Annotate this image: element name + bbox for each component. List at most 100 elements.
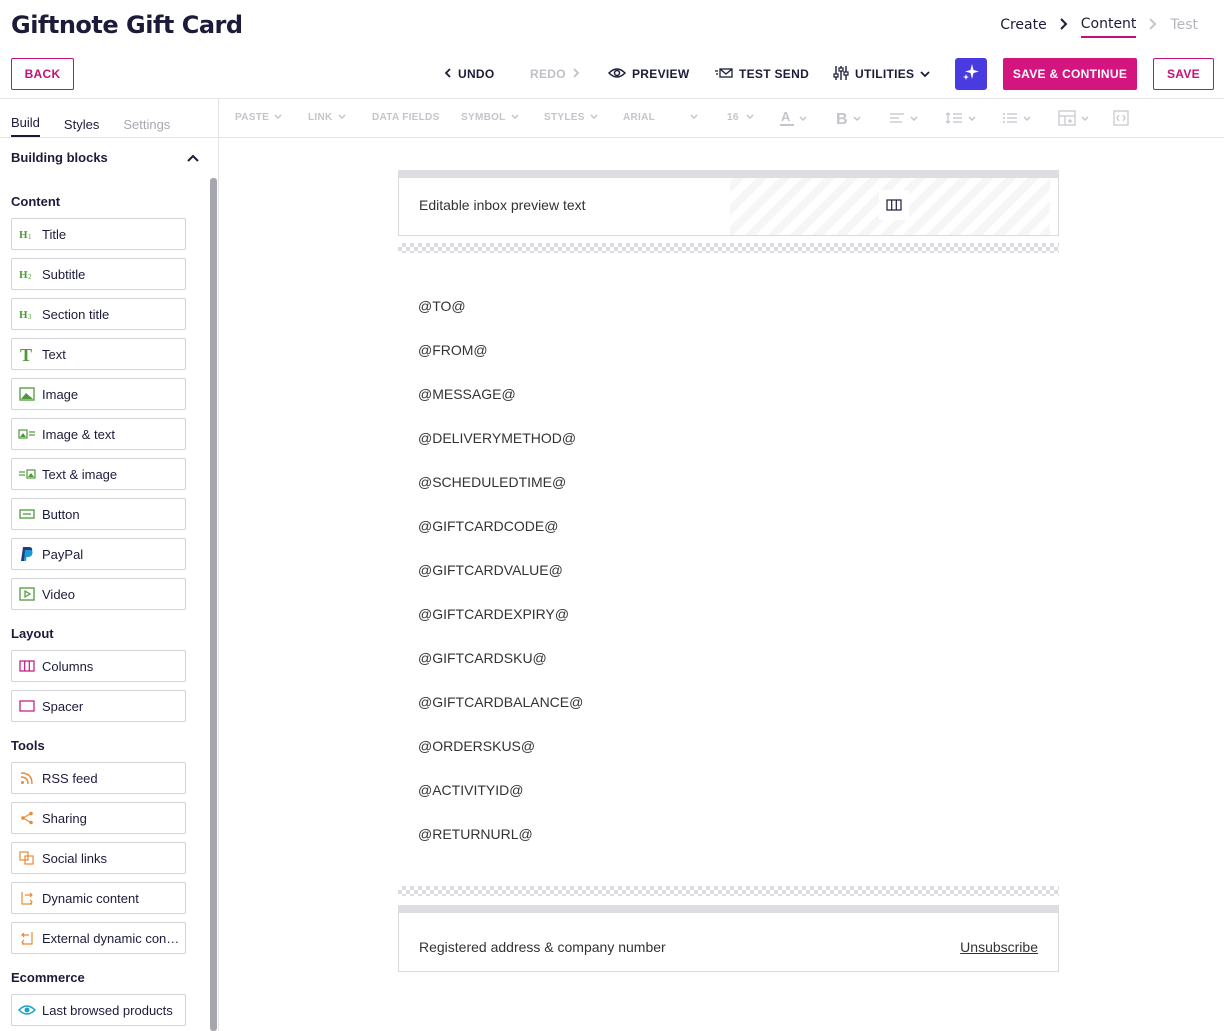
- bold-dropdown[interactable]: B: [836, 110, 861, 129]
- share-icon: [12, 811, 42, 825]
- placeholder-to[interactable]: @TO@: [418, 298, 466, 314]
- footer-address[interactable]: Registered address & company number: [419, 939, 666, 955]
- link-dropdown[interactable]: LINK: [308, 112, 346, 123]
- block-columns[interactable]: Columns: [11, 650, 186, 682]
- chevron-right-icon: [572, 67, 580, 81]
- redo-label: REDO: [530, 67, 566, 81]
- block-label: Video: [42, 586, 76, 602]
- save-button[interactable]: SAVE: [1153, 58, 1214, 90]
- undo-button[interactable]: UNDO: [444, 58, 495, 90]
- chevron-down-icon: [746, 112, 754, 123]
- placeholder-order-skus[interactable]: @ORDERSKUS@: [418, 738, 535, 754]
- preview-button[interactable]: PREVIEW: [607, 58, 690, 90]
- paste-dropdown[interactable]: PASTE: [235, 112, 282, 123]
- styles-dropdown[interactable]: STYLES: [544, 112, 598, 123]
- block-section-title[interactable]: H3 Section title: [11, 298, 186, 330]
- data-fields-button[interactable]: DATA FIELDS: [372, 112, 440, 123]
- table-insert-icon: [1058, 110, 1076, 129]
- block-last-browsed-products[interactable]: Last browsed products: [11, 994, 186, 1026]
- block-label: Subtitle: [42, 266, 86, 282]
- test-send-label: TEST SEND: [739, 67, 810, 81]
- block-dynamic-content[interactable]: Dynamic content: [11, 882, 186, 914]
- block-spacer[interactable]: Spacer: [11, 690, 186, 722]
- preheader-row[interactable]: Editable inbox preview text: [398, 170, 1059, 236]
- footer-row[interactable]: Registered address & company number Unsu…: [398, 905, 1059, 972]
- tab-settings[interactable]: Settings: [123, 117, 170, 137]
- sliders-icon: [833, 65, 849, 84]
- list-dropdown[interactable]: [1002, 112, 1031, 127]
- text-t-icon: T: [12, 346, 42, 362]
- utilities-label: UTILITIES: [855, 67, 915, 81]
- tab-build[interactable]: Build: [11, 115, 40, 137]
- placeholder-delivery-method[interactable]: @DELIVERYMETHOD@: [418, 430, 576, 446]
- spacer-icon: [12, 700, 42, 712]
- block-label: Image: [42, 386, 79, 402]
- svg-text:A: A: [781, 109, 791, 124]
- source-code-button[interactable]: [1113, 110, 1129, 129]
- external-dynamic-content-icon: [12, 931, 42, 945]
- svg-text:1: 1: [28, 233, 32, 240]
- placeholder-message[interactable]: @MESSAGE@: [418, 386, 516, 402]
- block-image-text[interactable]: Image & text: [11, 418, 186, 450]
- block-label: PayPal: [42, 546, 84, 562]
- placeholder-activity-id[interactable]: @ACTIVITYID@: [418, 782, 523, 798]
- symbol-dropdown[interactable]: SYMBOL: [461, 112, 519, 123]
- eye-icon: [12, 1004, 42, 1016]
- block-social-links[interactable]: Social links: [11, 842, 186, 874]
- panel-scrollbar[interactable]: [210, 178, 217, 1031]
- page-title: Giftnote Gift Card: [11, 11, 243, 39]
- ai-assistant-button[interactable]: [955, 58, 987, 90]
- table-dropdown[interactable]: [1058, 110, 1089, 129]
- redo-button[interactable]: REDO: [530, 58, 580, 90]
- align-dropdown[interactable]: [889, 112, 918, 127]
- font-size-dropdown[interactable]: 16: [727, 112, 754, 123]
- unsubscribe-link[interactable]: Unsubscribe: [960, 939, 1038, 955]
- building-blocks-toggle[interactable]: Building blocks: [11, 150, 199, 165]
- block-sharing[interactable]: Sharing: [11, 802, 186, 834]
- block-subtitle[interactable]: H2 Subtitle: [11, 258, 186, 290]
- columns-icon[interactable]: [879, 190, 909, 220]
- placeholder-return-url[interactable]: @RETURNURL@: [418, 826, 533, 842]
- chevron-down-icon: [1081, 114, 1089, 125]
- utilities-dropdown[interactable]: UTILITIES: [833, 58, 931, 90]
- svg-text:H: H: [19, 269, 28, 280]
- svg-text:B: B: [836, 111, 848, 126]
- image-icon: [12, 387, 42, 401]
- block-label: Dynamic content: [42, 890, 139, 906]
- save-continue-button[interactable]: SAVE & CONTINUE: [1003, 58, 1137, 90]
- block-label: Button: [42, 506, 80, 522]
- font-family-dropdown[interactable]: ARIAL: [623, 112, 698, 123]
- svg-text:3: 3: [28, 313, 32, 320]
- block-button[interactable]: Button: [11, 498, 186, 530]
- block-paypal[interactable]: PayPal: [11, 538, 186, 570]
- block-video[interactable]: Video: [11, 578, 186, 610]
- social-links-icon: [12, 851, 42, 865]
- placeholder-scheduled-time[interactable]: @SCHEDULEDTIME@: [418, 474, 566, 490]
- block-text-image[interactable]: Text & image: [11, 458, 186, 490]
- placeholder-from[interactable]: @FROM@: [418, 342, 488, 358]
- block-label: Last browsed products: [42, 1002, 173, 1018]
- back-button[interactable]: BACK: [11, 58, 74, 90]
- block-label: Text & image: [42, 466, 118, 482]
- block-rss-feed[interactable]: RSS feed: [11, 762, 186, 794]
- placeholder-gift-card-sku[interactable]: @GIFTCARDSKU@: [418, 650, 547, 666]
- step-content[interactable]: Content: [1080, 14, 1137, 38]
- block-image[interactable]: Image: [11, 378, 186, 410]
- text-color-dropdown[interactable]: A: [780, 109, 807, 130]
- inbox-preview-text[interactable]: Editable inbox preview text: [419, 197, 586, 213]
- placeholder-gift-card-code[interactable]: @GIFTCARDCODE@: [418, 518, 558, 534]
- test-send-button[interactable]: TEST SEND: [715, 58, 809, 90]
- placeholder-gift-card-value[interactable]: @GIFTCARDVALUE@: [418, 562, 563, 578]
- step-create[interactable]: Create: [1000, 15, 1047, 37]
- placeholder-gift-card-balance[interactable]: @GIFTCARDBALANCE@: [418, 694, 583, 710]
- chevron-down-icon: [799, 114, 807, 125]
- placeholder-gift-card-expiry[interactable]: @GIFTCARDEXPIRY@: [418, 606, 569, 622]
- preview-label: PREVIEW: [632, 67, 690, 81]
- block-title[interactable]: H1 Title: [11, 218, 186, 250]
- block-text[interactable]: T Text: [11, 338, 186, 370]
- step-test[interactable]: Test: [1170, 15, 1198, 37]
- block-external-dynamic-content[interactable]: External dynamic content: [11, 922, 186, 954]
- tab-styles[interactable]: Styles: [64, 117, 99, 137]
- line-spacing-dropdown[interactable]: [945, 112, 976, 127]
- content-boundary-top: [398, 243, 1059, 253]
